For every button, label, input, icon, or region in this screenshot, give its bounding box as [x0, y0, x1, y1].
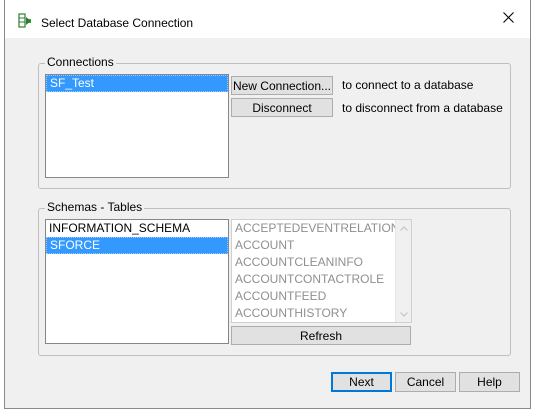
- table-item: ACCOUNTFEED: [235, 289, 327, 303]
- scroll-up-arrow-icon[interactable]: [396, 220, 411, 236]
- tables-scrollbar[interactable]: [395, 220, 411, 322]
- tables-list[interactable]: ACCEPTEDEVENTRELATION ACCOUNT ACCOUNTCLE…: [231, 219, 412, 323]
- cancel-button[interactable]: Cancel: [395, 372, 456, 392]
- select-database-connection-dialog: Select Database Connection Connections S…: [4, 0, 531, 409]
- connections-list[interactable]: SF_Test: [45, 74, 229, 178]
- scroll-down-arrow-icon[interactable]: [396, 306, 411, 322]
- disconnect-hint: to disconnect from a database: [342, 101, 503, 115]
- new-connection-button[interactable]: New Connection...: [231, 76, 333, 95]
- schemas-list[interactable]: INFORMATION_SCHEMA SFORCE: [45, 219, 229, 344]
- help-button[interactable]: Help: [459, 372, 520, 392]
- table-item: ACCOUNTHISTORY: [235, 306, 348, 320]
- schema-item-information-schema[interactable]: INFORMATION_SCHEMA: [46, 220, 228, 237]
- close-button[interactable]: [486, 0, 530, 38]
- next-button[interactable]: Next: [331, 372, 392, 392]
- disconnect-button[interactable]: Disconnect: [231, 98, 333, 117]
- schemas-tables-legend: Schemas - Tables: [45, 200, 145, 214]
- table-item: ACCEPTEDEVENTRELATION: [235, 221, 400, 235]
- close-icon: [502, 12, 514, 26]
- window-title: Select Database Connection: [41, 16, 194, 30]
- title-bar: Select Database Connection: [5, 0, 530, 38]
- database-table-icon: [18, 13, 32, 29]
- connection-item-sf-test[interactable]: SF_Test: [46, 75, 228, 92]
- tables-scroll-thumb[interactable]: [398, 237, 409, 305]
- table-item: ACCOUNTCONTACTROLE: [235, 272, 385, 286]
- table-item: ACCOUNTCLEANINFO: [235, 255, 364, 269]
- refresh-button[interactable]: Refresh: [231, 326, 411, 345]
- table-item: ACCOUNT: [235, 238, 295, 252]
- schema-item-sforce[interactable]: SFORCE: [46, 237, 228, 254]
- new-connection-hint: to connect to a database: [342, 78, 474, 92]
- connections-legend: Connections: [45, 55, 116, 69]
